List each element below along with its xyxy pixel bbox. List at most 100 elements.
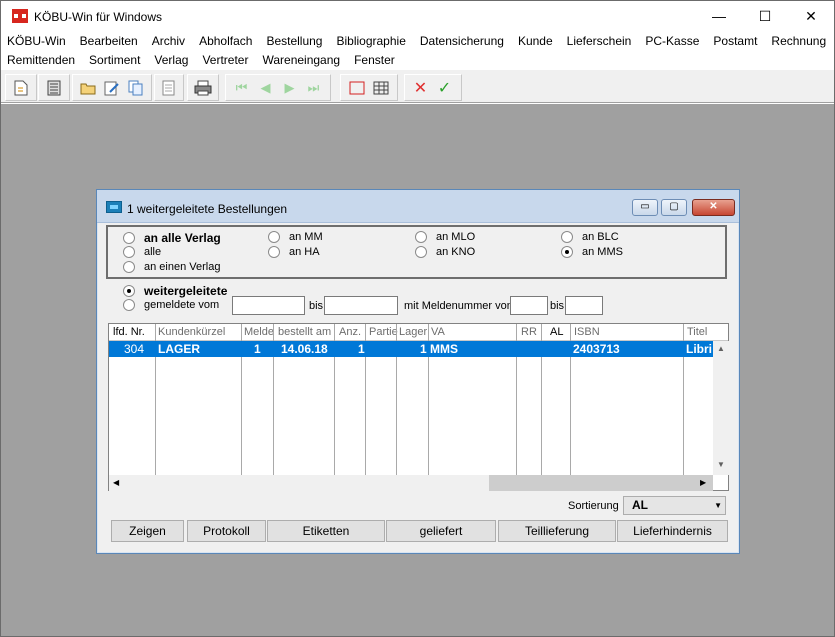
scroll-up-icon[interactable]: ▲: [717, 344, 725, 353]
col-melde[interactable]: Melde: [244, 326, 274, 338]
protokoll-button[interactable]: Protokoll: [187, 520, 266, 542]
col-rr[interactable]: RR: [521, 326, 537, 338]
menu-bibliographie[interactable]: Bibliographie: [336, 32, 405, 51]
date-to-field[interactable]: [324, 296, 398, 315]
menu-lieferschein[interactable]: Lieferschein: [567, 32, 632, 51]
scroll-thumb[interactable]: [489, 475, 713, 491]
sort-label: Sortierung: [568, 500, 619, 512]
folder-open-icon[interactable]: [77, 77, 98, 98]
col-al[interactable]: AL: [550, 326, 563, 338]
radio-alle[interactable]: alle: [123, 246, 161, 258]
table-row[interactable]: 304 LAGER 1 14.06.18 1 1 MMS 2403713 Lib…: [109, 341, 713, 357]
app-logo-icon: [12, 9, 28, 23]
radio-an-mlo[interactable]: an MLO: [415, 231, 475, 243]
radio-label: an MMS: [582, 246, 623, 258]
menu-bestellung[interactable]: Bestellung: [266, 32, 322, 51]
cell-kunde: LAGER: [158, 342, 200, 356]
minimize-button[interactable]: —: [696, 1, 742, 32]
radio-circle: [123, 246, 135, 258]
grid-icon[interactable]: [370, 77, 391, 98]
orders-table: lfd. Nr. Kundenkürzel Melde bestellt am …: [108, 323, 729, 491]
close-button[interactable]: ✕: [788, 1, 834, 32]
menu-verlag[interactable]: Verlag: [154, 51, 188, 70]
radio-gemeldete-vom[interactable]: gemeldete vom: [123, 299, 219, 311]
nr-from-field[interactable]: [510, 296, 548, 315]
radio-an-kno[interactable]: an KNO: [415, 246, 475, 258]
col-partie[interactable]: Partie: [369, 326, 398, 338]
next-record-icon[interactable]: ▶: [279, 77, 300, 98]
first-record-icon[interactable]: ⏮: [231, 77, 252, 98]
radio-an-ha[interactable]: an HA: [268, 246, 320, 258]
sort-value: AL: [632, 498, 648, 512]
copy-icon[interactable]: [125, 77, 146, 98]
cell-lfd: 304: [124, 342, 145, 356]
recipient-group: an alle Verlag alle an einen Verlag an M…: [106, 225, 727, 279]
lieferhindernis-button[interactable]: Lieferhindernis: [617, 520, 728, 542]
menu-postamt[interactable]: Postamt: [713, 32, 757, 51]
col-lager[interactable]: Lager: [399, 326, 427, 338]
new-doc-icon[interactable]: [10, 77, 31, 98]
menu-abholfach[interactable]: Abholfach: [199, 32, 252, 51]
dialog-title: 1 weitergeleitete Bestellungen: [127, 202, 288, 216]
calculator-icon[interactable]: [43, 77, 64, 98]
scroll-right-icon[interactable]: ▶: [700, 478, 706, 487]
maximize-button[interactable]: ☐: [742, 1, 788, 32]
prev-record-icon[interactable]: ◀: [255, 77, 276, 98]
col-va[interactable]: VA: [431, 326, 445, 338]
scroll-down-icon[interactable]: ▼: [717, 460, 725, 469]
teillieferung-button[interactable]: Teillieferung: [498, 520, 616, 542]
dialog-app-icon: [106, 201, 122, 213]
radio-circle: [415, 246, 427, 258]
col-kundenkuerzel[interactable]: Kundenkürzel: [158, 326, 225, 338]
menu-bearbeiten[interactable]: Bearbeiten: [80, 32, 138, 51]
menu-remittenden[interactable]: Remittenden: [7, 51, 75, 70]
menu-wareneingang[interactable]: Wareneingang: [262, 51, 340, 70]
confirm-icon[interactable]: ✓: [434, 77, 455, 98]
edit-icon[interactable]: [101, 77, 122, 98]
menu-fenster[interactable]: Fenster: [354, 51, 395, 70]
col-anz[interactable]: Anz.: [339, 326, 361, 338]
menu-pc-kasse[interactable]: PC-Kasse: [645, 32, 699, 51]
radio-label: alle: [144, 246, 162, 258]
geliefert-button[interactable]: geliefert: [386, 520, 496, 542]
zeigen-button[interactable]: Zeigen: [111, 520, 184, 542]
bestellungen-dialog: 1 weitergeleitete Bestellungen ▭ ▢ ✕ an …: [96, 189, 740, 554]
radio-circle-selected: [561, 246, 573, 258]
menu-koebu-win[interactable]: KÖBU-Win: [7, 32, 66, 51]
vertical-scrollbar[interactable]: ▲ ▼: [713, 341, 729, 475]
radio-an-einen-verlag[interactable]: an einen Verlag: [123, 261, 220, 273]
dialog-close-button[interactable]: ✕: [692, 199, 735, 216]
radio-an-alle-verlag[interactable]: an alle Verlag: [123, 231, 221, 245]
bis-label: bis: [309, 300, 324, 312]
last-record-icon[interactable]: ⏭: [303, 77, 324, 98]
menu-archiv[interactable]: Archiv: [152, 32, 185, 51]
col-lfd-nr[interactable]: lfd. Nr.: [113, 326, 145, 338]
scroll-left-icon[interactable]: ◀: [113, 478, 119, 487]
col-titel[interactable]: Titel: [687, 326, 707, 338]
print-icon[interactable]: [192, 77, 213, 98]
horizontal-scrollbar[interactable]: ◀ ▶: [109, 475, 713, 491]
frame-icon[interactable]: [346, 77, 367, 98]
chevron-down-icon: ▼: [714, 501, 722, 510]
radio-an-blc[interactable]: an BLC: [561, 231, 619, 243]
date-from-field[interactable]: [232, 296, 305, 315]
nr-to-field[interactable]: [565, 296, 603, 315]
col-isbn[interactable]: ISBN: [574, 326, 600, 338]
menu-vertreter[interactable]: Vertreter: [202, 51, 248, 70]
pages-icon[interactable]: [158, 77, 179, 98]
cancel-icon[interactable]: ✕: [410, 77, 431, 98]
menu-datensicherung[interactable]: Datensicherung: [420, 32, 504, 51]
radio-label: an HA: [289, 246, 320, 258]
meldenummer-label: mit Meldenummer von: [404, 300, 513, 312]
menu-rechnung[interactable]: Rechnung: [771, 32, 826, 51]
dialog-minimize-button[interactable]: ▭: [632, 199, 658, 216]
col-bestellt-am[interactable]: bestellt am: [278, 326, 331, 338]
menu-sortiment[interactable]: Sortiment: [89, 51, 140, 70]
radio-an-mms[interactable]: an MMS: [561, 246, 623, 258]
radio-weitergeleitete[interactable]: weitergeleitete: [123, 284, 227, 298]
etiketten-button[interactable]: Etiketten: [267, 520, 385, 542]
menu-kunde[interactable]: Kunde: [518, 32, 553, 51]
sort-select[interactable]: AL ▼: [623, 496, 726, 515]
dialog-maximize-button[interactable]: ▢: [661, 199, 687, 216]
radio-an-mm[interactable]: an MM: [268, 231, 323, 243]
